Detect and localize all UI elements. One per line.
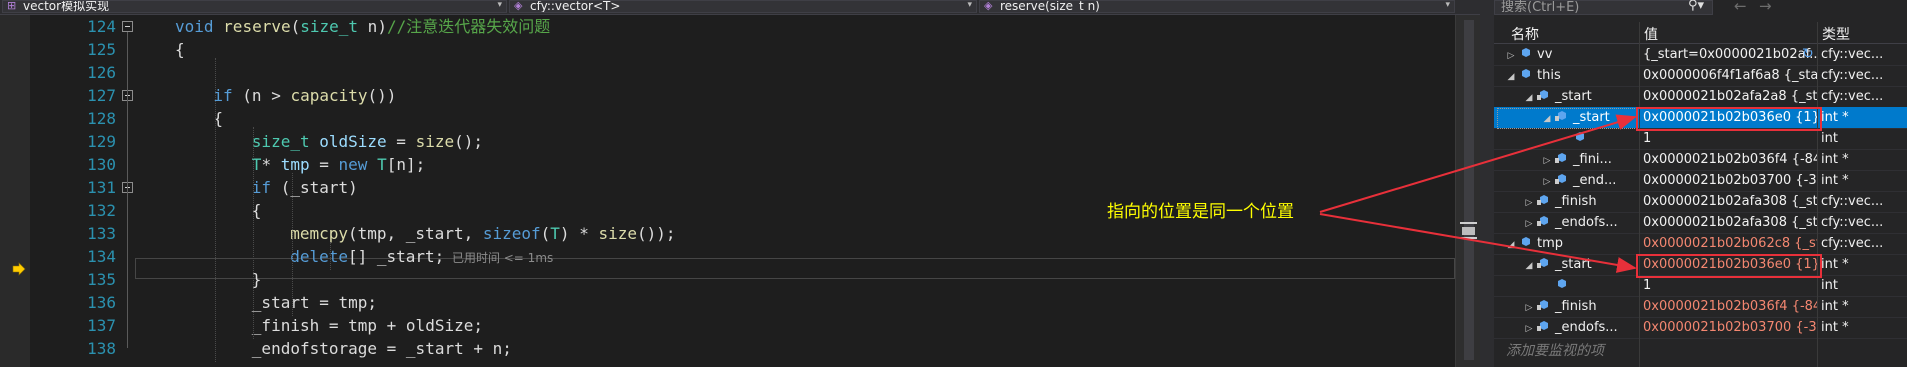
annotation-label: 指向的位置是同一个位置 (1107, 202, 1294, 222)
arrow-to-tmp-start (1319, 213, 1637, 273)
annotation-arrows (1319, 114, 1637, 273)
arrow-to-this-start (1319, 114, 1637, 213)
